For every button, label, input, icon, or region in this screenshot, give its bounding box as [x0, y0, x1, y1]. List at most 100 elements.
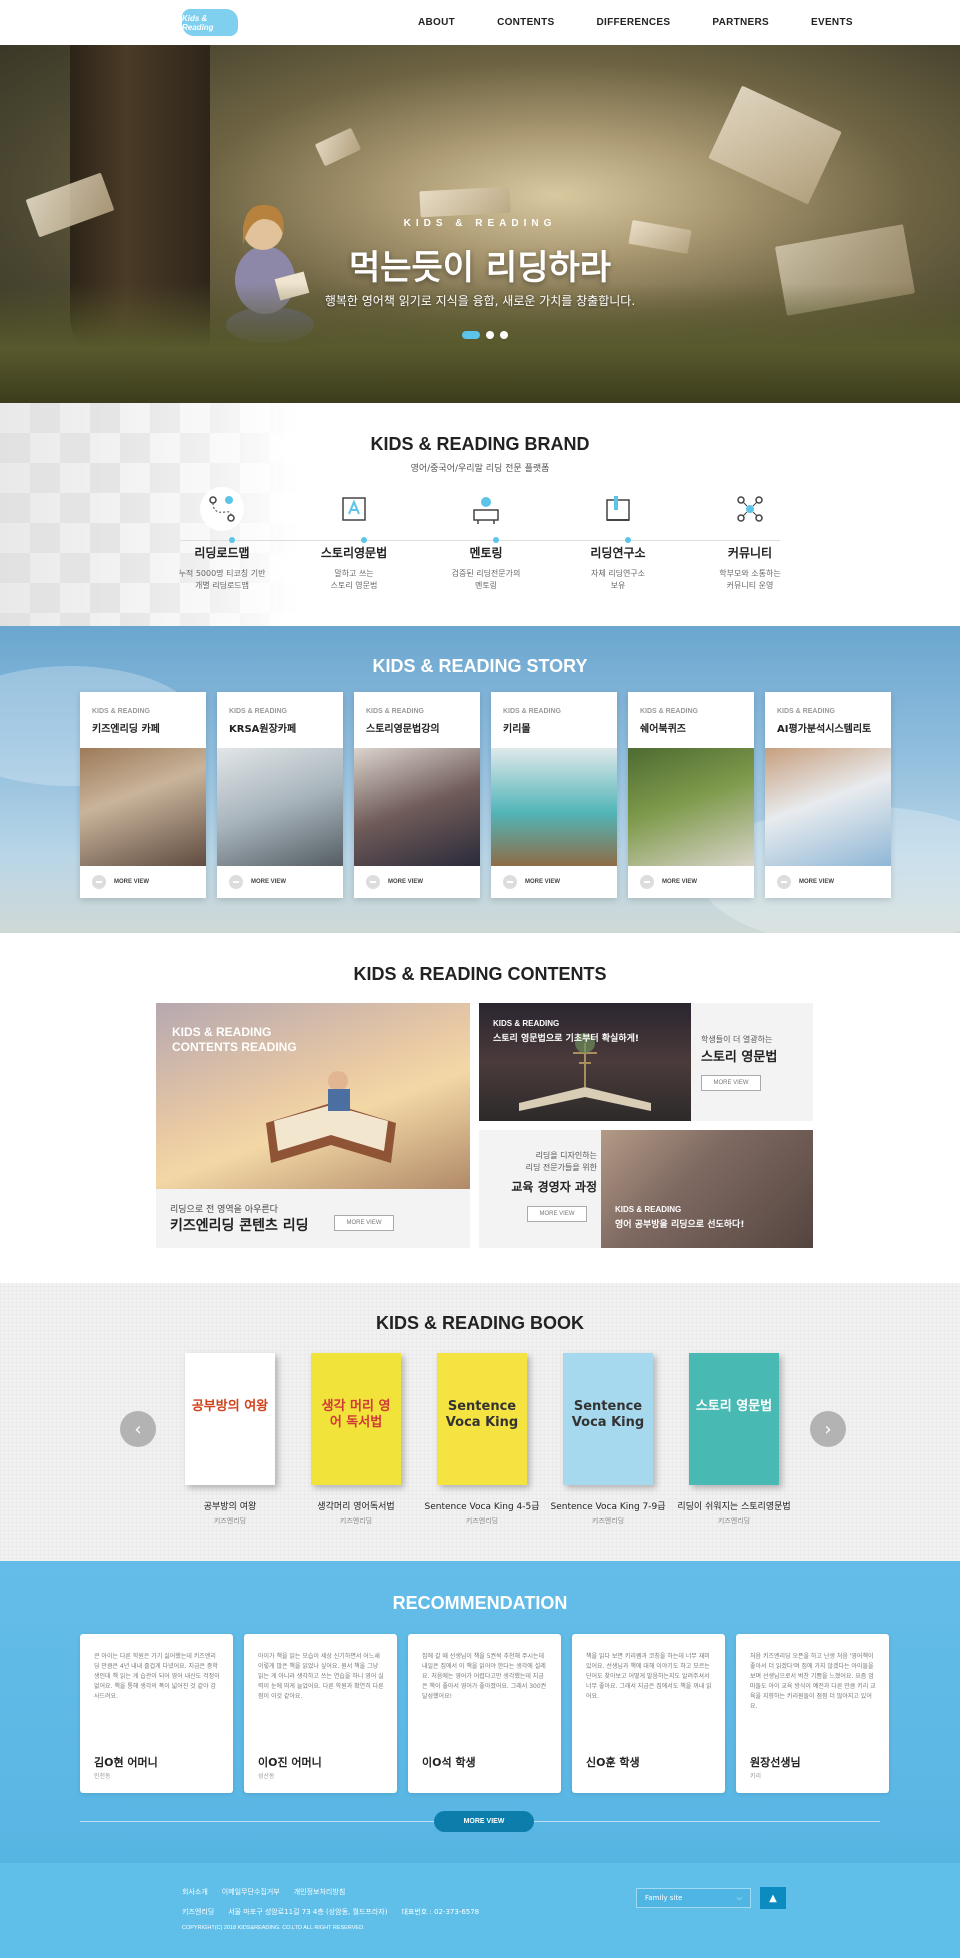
- slider-dot-2[interactable]: [486, 331, 494, 339]
- workshop-photo: [601, 1130, 813, 1248]
- flying-book: [314, 127, 362, 167]
- contents-kicker: KIDS & READING CONTENTS READING: [172, 1025, 297, 1054]
- hero-subtitle: 행복한 영어책 읽기로 지식을 융합, 새로운 가치를 창출합니다.: [324, 294, 636, 308]
- book-cover-text: 생각 머리 영어 독서법: [321, 1399, 391, 1430]
- hero-kicker: KIDS & READING: [403, 218, 557, 229]
- brand-item-research[interactable]: 리딩연구소 자체 리딩연구소 보유: [563, 487, 673, 592]
- testimonial-card[interactable]: 아이가 책을 읽는 모습이 세상 신기하면서 어느새 이렇게 많은 책을 읽었나…: [244, 1634, 397, 1793]
- more-view-button[interactable]: MORE VIEW: [527, 1206, 587, 1222]
- more-view-link[interactable]: MORE VIEW: [229, 875, 286, 889]
- brand-item-desc: 학부모와 소통하는 커뮤니티 운영: [719, 569, 781, 590]
- nav-about[interactable]: ABOUT: [418, 17, 455, 28]
- hero-title: 먹는듯이 리딩하라: [348, 248, 612, 288]
- testimonial-card[interactable]: 집에 갈 때 선생님이 책을 5권씩 추천해 주시는데 내일은 집에서 이 책을…: [408, 1634, 561, 1793]
- book-carousel: 공부방의 여왕 공부방의 여왕 키즈엔리딩 생각 머리 영어 독서법 생각머리 영어독서…: [167, 1353, 797, 1526]
- footer-link[interactable]: 이메일무단수집거부: [222, 1887, 280, 1897]
- footer-link[interactable]: 개인정보처리방침: [294, 1887, 346, 1897]
- brand-item-desc: 누적 5000명 티코칭 기반 개별 리딩로드맵: [178, 569, 266, 590]
- recommendation-title: RECOMMENDATION: [392, 1593, 568, 1613]
- book-publisher: 키즈엔리딩: [339, 1517, 373, 1525]
- research-icon: [596, 487, 640, 531]
- nav-contents[interactable]: CONTENTS: [497, 17, 554, 28]
- grammar-book-icon: [332, 487, 376, 531]
- brand-item-mentoring[interactable]: 멘토링 검증된 리딩전문가의 멘토링: [431, 487, 541, 592]
- testimonial-text: 큰 아이는 다른 학원은 가기 싫어했는데 키즈엔리딩 만큼은 4년 내내 즐겁…: [94, 1653, 220, 1700]
- flying-book: [419, 186, 511, 218]
- testimonial-card[interactable]: 처음 키즈엔리딩 오픈을 하고 난생 처음 '영어책이 좋아서 더 읽겠다'며 …: [736, 1634, 889, 1793]
- site-logo[interactable]: Kids & Reading: [182, 9, 238, 36]
- education-course-card[interactable]: 리딩을 디자인하는 리딩 전문가들을 위한 교육 경영자 과정 MORE VIEW…: [479, 1130, 813, 1248]
- book-item[interactable]: 스토리 영문법 리딩이 쉬워지는 스토리영문법 키즈엔리딩: [671, 1353, 797, 1526]
- testimonial-branch: 키리: [750, 1773, 762, 1780]
- story-card[interactable]: KIDS & READING 키리몰 MORE VIEW: [491, 692, 617, 898]
- story-card[interactable]: KIDS & READING AI평가분석시스템리토 MORE VIEW: [765, 692, 891, 898]
- roadmap-icon: [200, 487, 244, 531]
- more-view-link[interactable]: MORE VIEW: [503, 875, 560, 889]
- book-publisher: 키즈엔리딩: [465, 1517, 499, 1525]
- card-caption: 영어 공부방을 리딩으로 선도하다!: [615, 1220, 745, 1230]
- copyright: COPYRIGHT(C) 2018 KIDS&READING. CO.LTD A…: [182, 1925, 365, 1931]
- family-site-select[interactable]: Family site ⌵: [636, 1888, 751, 1908]
- more-view-button[interactable]: MORE VIEW: [334, 1215, 394, 1231]
- story-card[interactable]: KIDS & READING 쉐어북퀴즈 MORE VIEW: [628, 692, 754, 898]
- more-view-link[interactable]: MORE VIEW: [366, 875, 423, 889]
- testimonial-author: 이O진 어머니: [258, 1756, 322, 1769]
- scroll-top-icon[interactable]: ▲: [760, 1887, 786, 1909]
- story-title: KIDS & READING STORY: [372, 656, 588, 676]
- more-view-button[interactable]: MORE VIEW: [434, 1811, 534, 1832]
- story-card-title: 키즈엔리딩 카페: [92, 724, 160, 735]
- book-cover: 생각 머리 영어 독서법: [311, 1353, 401, 1485]
- more-view-link[interactable]: MORE VIEW: [640, 875, 697, 889]
- book-publisher: 키즈엔리딩: [591, 1517, 625, 1525]
- brand-item-name: 커뮤니티: [727, 546, 773, 560]
- book-cover-text: 스토리 영문법: [695, 1399, 773, 1414]
- story-card-list: KIDS & READING 키즈엔리딩 카페 MORE VIEW KIDS &…: [80, 692, 891, 898]
- nav-differences[interactable]: DIFFERENCES: [596, 17, 670, 28]
- story-card[interactable]: KIDS & READING 키즈엔리딩 카페 MORE VIEW: [80, 692, 206, 898]
- next-arrow-icon[interactable]: ›: [810, 1411, 846, 1447]
- book-item[interactable]: Sentence Voca King Sentence Voca King 7-9…: [545, 1353, 671, 1526]
- testimonial-branch: 인천동: [94, 1773, 111, 1780]
- testimonial-text: 집에 갈 때 선생님이 책을 5권씩 추천해 주시는데 내일은 집에서 이 책을…: [422, 1653, 547, 1700]
- testimonial-list: 큰 아이는 다른 학원은 가기 싫어했는데 키즈엔리딩 만큼은 4년 내내 즐겁…: [80, 1634, 889, 1793]
- book-item[interactable]: 생각 머리 영어 독서법생각머리 영어독서법키즈엔리딩: [293, 1353, 419, 1526]
- book-name: 생각머리 영어독서법: [317, 1502, 395, 1512]
- card-kicker: KIDS & READING: [615, 1205, 682, 1214]
- nav-partners[interactable]: PARTNERS: [712, 17, 769, 28]
- header: Kids & Reading ABOUT CONTENTS DIFFERENCE…: [0, 0, 960, 45]
- testimonial-card[interactable]: 책을 읽다 보면 키리쌤과 코칭을 하는데 너무 재미있어요. 선생님과 책에 …: [572, 1634, 725, 1793]
- brand-item-grammar[interactable]: 스토리영문법 말하고 쓰는 스토리 영문법: [299, 487, 409, 592]
- story-card[interactable]: KIDS & READING KRSA원장카페 MORE VIEW: [217, 692, 343, 898]
- company-phone: 대표번호 : 02-373-6578: [401, 1908, 480, 1916]
- book-name: Sentence Voca King 7-9급: [550, 1502, 666, 1512]
- story-card-title: 쉐어북퀴즈: [640, 724, 686, 735]
- slider-dot-1[interactable]: [462, 331, 480, 339]
- book-item[interactable]: 공부방의 여왕 공부방의 여왕 키즈엔리딩: [167, 1353, 293, 1526]
- book-item[interactable]: Sentence Voca King Sentence Voca King 4-5…: [419, 1353, 545, 1526]
- footer-link[interactable]: 회사소개: [182, 1887, 208, 1897]
- mentor-icon: [464, 487, 508, 531]
- testimonial-card[interactable]: 큰 아이는 다른 학원은 가기 싫어했는데 키즈엔리딩 만큼은 4년 내내 즐겁…: [80, 1634, 233, 1793]
- brand-title: KIDS & READING BRAND: [370, 434, 590, 454]
- more-view-link[interactable]: MORE VIEW: [777, 875, 834, 889]
- more-view-button[interactable]: MORE VIEW: [701, 1075, 761, 1091]
- story-card[interactable]: KIDS & READING 스토리영문법강의 MORE VIEW: [354, 692, 480, 898]
- story-grammar-card[interactable]: KIDS & READING 스토리 영문법으로 기초부터 확실하게! 학생들이…: [479, 1003, 813, 1121]
- nav-events[interactable]: EVENTS: [811, 17, 853, 28]
- testimonial-text: 책을 읽다 보면 키리쌤과 코칭을 하는데 너무 재미있어요. 선생님과 책에 …: [586, 1653, 712, 1700]
- contents-title: KIDS & READING CONTENTS: [353, 964, 607, 984]
- contents-reading-card[interactable]: KIDS & READING CONTENTS READING 리딩으로 전 영역…: [156, 1003, 470, 1248]
- brand-item-roadmap[interactable]: 리딩로드맵 누적 5000명 티코칭 기반 개별 리딩로드맵: [167, 487, 277, 592]
- card-kicker: KIDS & READING: [493, 1019, 560, 1028]
- plus-icon: [640, 875, 654, 889]
- company-info: 키즈엔리딩 서울 마포구 성암로11길 73 4층 (상암동, 월드프라자) 대…: [182, 1907, 479, 1917]
- story-card-title: KRSA원장카페: [229, 724, 297, 735]
- brand-item-desc: 검증된 리딩전문가의 멘토링: [451, 569, 521, 590]
- brand-item-community[interactable]: 커뮤니티 학부모와 소통하는 커뮤니티 운영: [695, 487, 805, 592]
- company-name: 키즈엔리딩: [182, 1908, 215, 1916]
- prev-arrow-icon[interactable]: ‹: [120, 1411, 156, 1447]
- slider-dot-3[interactable]: [500, 331, 508, 339]
- story-section: KIDS & READING STORY KIDS & READING 키즈엔리…: [0, 626, 960, 933]
- more-view-link[interactable]: MORE VIEW: [92, 875, 149, 889]
- contents-section: KIDS & READING CONTENTS KIDS & READING CO…: [0, 933, 960, 1283]
